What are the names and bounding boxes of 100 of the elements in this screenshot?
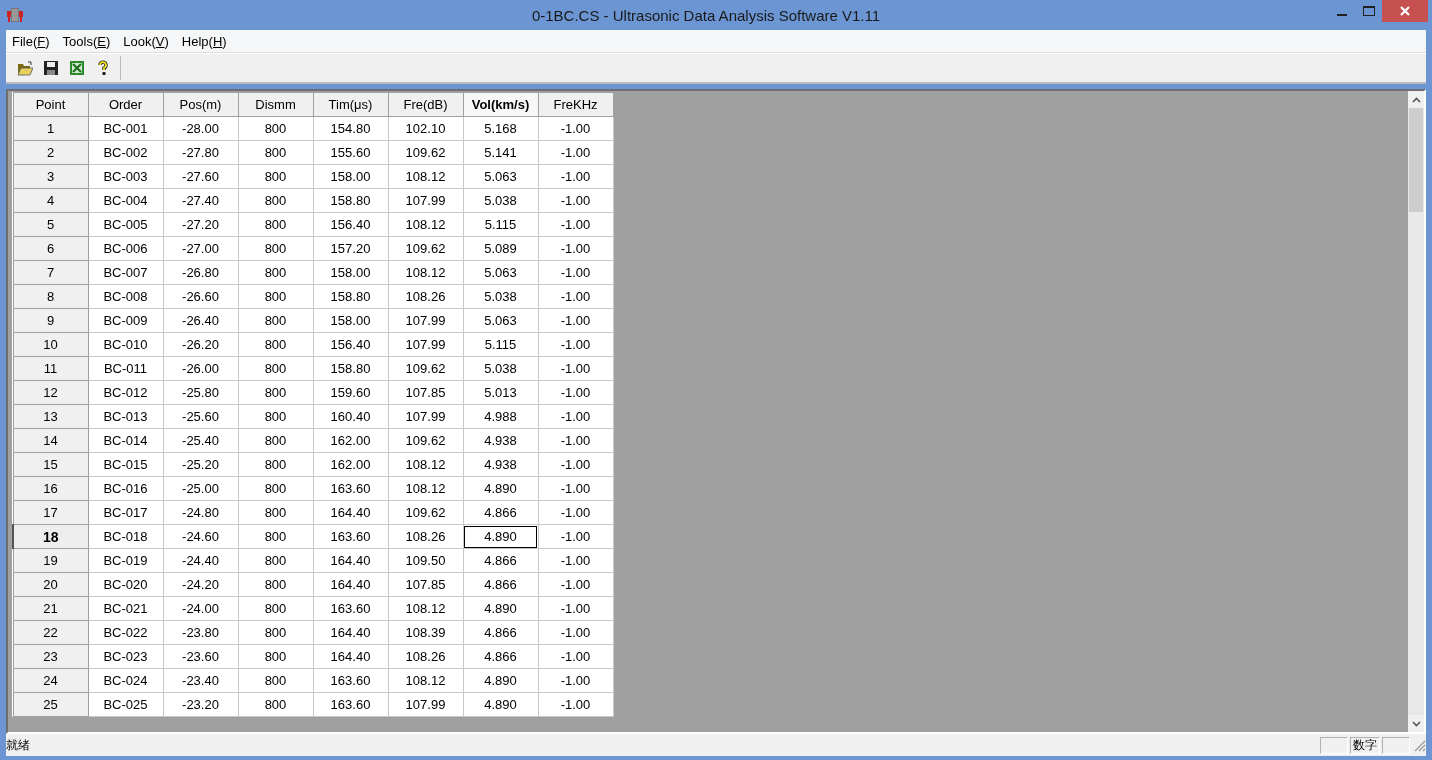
row-header[interactable]: 10 (13, 332, 88, 357)
column-header[interactable]: Vol(km/s) (463, 92, 538, 117)
table-cell: 800 (238, 236, 313, 261)
table-cell: 158.00 (313, 164, 388, 189)
table-cell: -1.00 (538, 332, 613, 357)
table-cell: 107.99 (388, 692, 463, 717)
row-header[interactable]: 1 (13, 116, 88, 141)
table-cell: 5.089 (463, 236, 538, 261)
table-cell: 107.85 (388, 380, 463, 405)
row-header[interactable]: 16 (13, 476, 88, 501)
row-header[interactable]: 21 (13, 596, 88, 621)
table-cell: 108.12 (388, 212, 463, 237)
row-header[interactable]: 5 (13, 212, 88, 237)
table-cell: 800 (238, 692, 313, 717)
table-cell: -1.00 (538, 476, 613, 501)
column-header[interactable]: FreKHz (538, 92, 613, 117)
table-cell: -23.20 (163, 692, 238, 717)
table-cell: 107.99 (388, 308, 463, 333)
table-cell: 108.39 (388, 620, 463, 645)
menu-item[interactable]: Help(H) (179, 31, 234, 51)
row-header[interactable]: 18 (13, 524, 88, 549)
table-cell: -28.00 (163, 116, 238, 141)
table-cell: -1.00 (538, 164, 613, 189)
table-cell: 159.60 (313, 380, 388, 405)
table-cell: -23.60 (163, 644, 238, 669)
row-header[interactable]: 2 (13, 140, 88, 165)
table-cell: 107.85 (388, 572, 463, 597)
table-cell: 5.168 (463, 116, 538, 141)
row-header[interactable]: 3 (13, 164, 88, 189)
table-cell: 5.115 (463, 212, 538, 237)
table-cell: BC-009 (88, 308, 163, 333)
row-header[interactable]: 14 (13, 428, 88, 453)
row-header[interactable]: 17 (13, 500, 88, 525)
table-cell: 160.40 (313, 404, 388, 429)
table-cell: 4.866 (463, 572, 538, 597)
table-cell: -24.20 (163, 572, 238, 597)
column-header[interactable]: Tim(μs) (313, 92, 388, 117)
table-cell: 5.141 (463, 140, 538, 165)
scrollbar-thumb[interactable] (1409, 108, 1423, 212)
row-header[interactable]: 9 (13, 308, 88, 333)
table-cell: 4.866 (463, 644, 538, 669)
table-cell: -24.80 (163, 500, 238, 525)
row-header[interactable]: 13 (13, 404, 88, 429)
table-cell: 163.60 (313, 524, 388, 549)
column-header[interactable]: Pos(m) (163, 92, 238, 117)
menu-item[interactable]: Look(V) (121, 31, 176, 51)
minimize-icon (1336, 14, 1347, 16)
table-cell: 5.063 (463, 164, 538, 189)
row-header[interactable]: 15 (13, 452, 88, 477)
scroll-up-button[interactable] (1408, 91, 1424, 108)
table-cell: BC-003 (88, 164, 163, 189)
vertical-scrollbar[interactable] (1408, 91, 1424, 732)
menu-item[interactable]: Tools(E) (60, 31, 118, 51)
table-cell: 155.60 (313, 140, 388, 165)
resize-grip-icon[interactable] (1412, 738, 1426, 752)
menu-item[interactable]: File(F) (10, 31, 57, 51)
row-header[interactable]: 22 (13, 620, 88, 645)
column-header[interactable]: Point (13, 92, 88, 117)
row-header[interactable]: 12 (13, 380, 88, 405)
table-cell: -26.80 (163, 260, 238, 285)
table-cell: 158.80 (313, 188, 388, 213)
table-cell: 4.866 (463, 500, 538, 525)
table-cell: 163.60 (313, 476, 388, 501)
row-header[interactable]: 11 (13, 356, 88, 381)
table-cell: 163.60 (313, 668, 388, 693)
column-header[interactable]: Dismm (238, 92, 313, 117)
row-header[interactable]: 6 (13, 236, 88, 261)
table-cell: BC-020 (88, 572, 163, 597)
row-header[interactable]: 7 (13, 260, 88, 285)
table-cell: 108.26 (388, 524, 463, 549)
table-cell: -1.00 (538, 308, 613, 333)
column-header[interactable]: Fre(dB) (388, 92, 463, 117)
row-header[interactable]: 20 (13, 572, 88, 597)
table-cell: 4.890 (463, 476, 538, 501)
table-cell: -25.40 (163, 428, 238, 453)
table-cell: 108.12 (388, 476, 463, 501)
row-header[interactable]: 24 (13, 668, 88, 693)
close-button[interactable] (1382, 0, 1428, 22)
row-header[interactable]: 19 (13, 548, 88, 573)
table-cell: 162.00 (313, 452, 388, 477)
table-cell: 800 (238, 524, 313, 549)
column-header[interactable]: Order (88, 92, 163, 117)
table-cell: BC-025 (88, 692, 163, 717)
table-cell: -1.00 (538, 572, 613, 597)
scroll-down-button[interactable] (1408, 715, 1424, 732)
table-cell: BC-017 (88, 500, 163, 525)
row-header[interactable]: 23 (13, 644, 88, 669)
table-cell: -26.00 (163, 356, 238, 381)
open-folder-icon (17, 60, 33, 76)
row-header[interactable]: 25 (13, 692, 88, 717)
table-cell: 800 (238, 308, 313, 333)
table-cell: -23.80 (163, 620, 238, 645)
row-header[interactable]: 4 (13, 188, 88, 213)
table-cell: -1.00 (538, 116, 613, 141)
table-cell: BC-002 (88, 140, 163, 165)
table-cell: 800 (238, 548, 313, 573)
table-cell: 109.62 (388, 140, 463, 165)
row-header[interactable]: 8 (13, 284, 88, 309)
table-cell: 158.00 (313, 308, 388, 333)
table-cell: -25.60 (163, 404, 238, 429)
